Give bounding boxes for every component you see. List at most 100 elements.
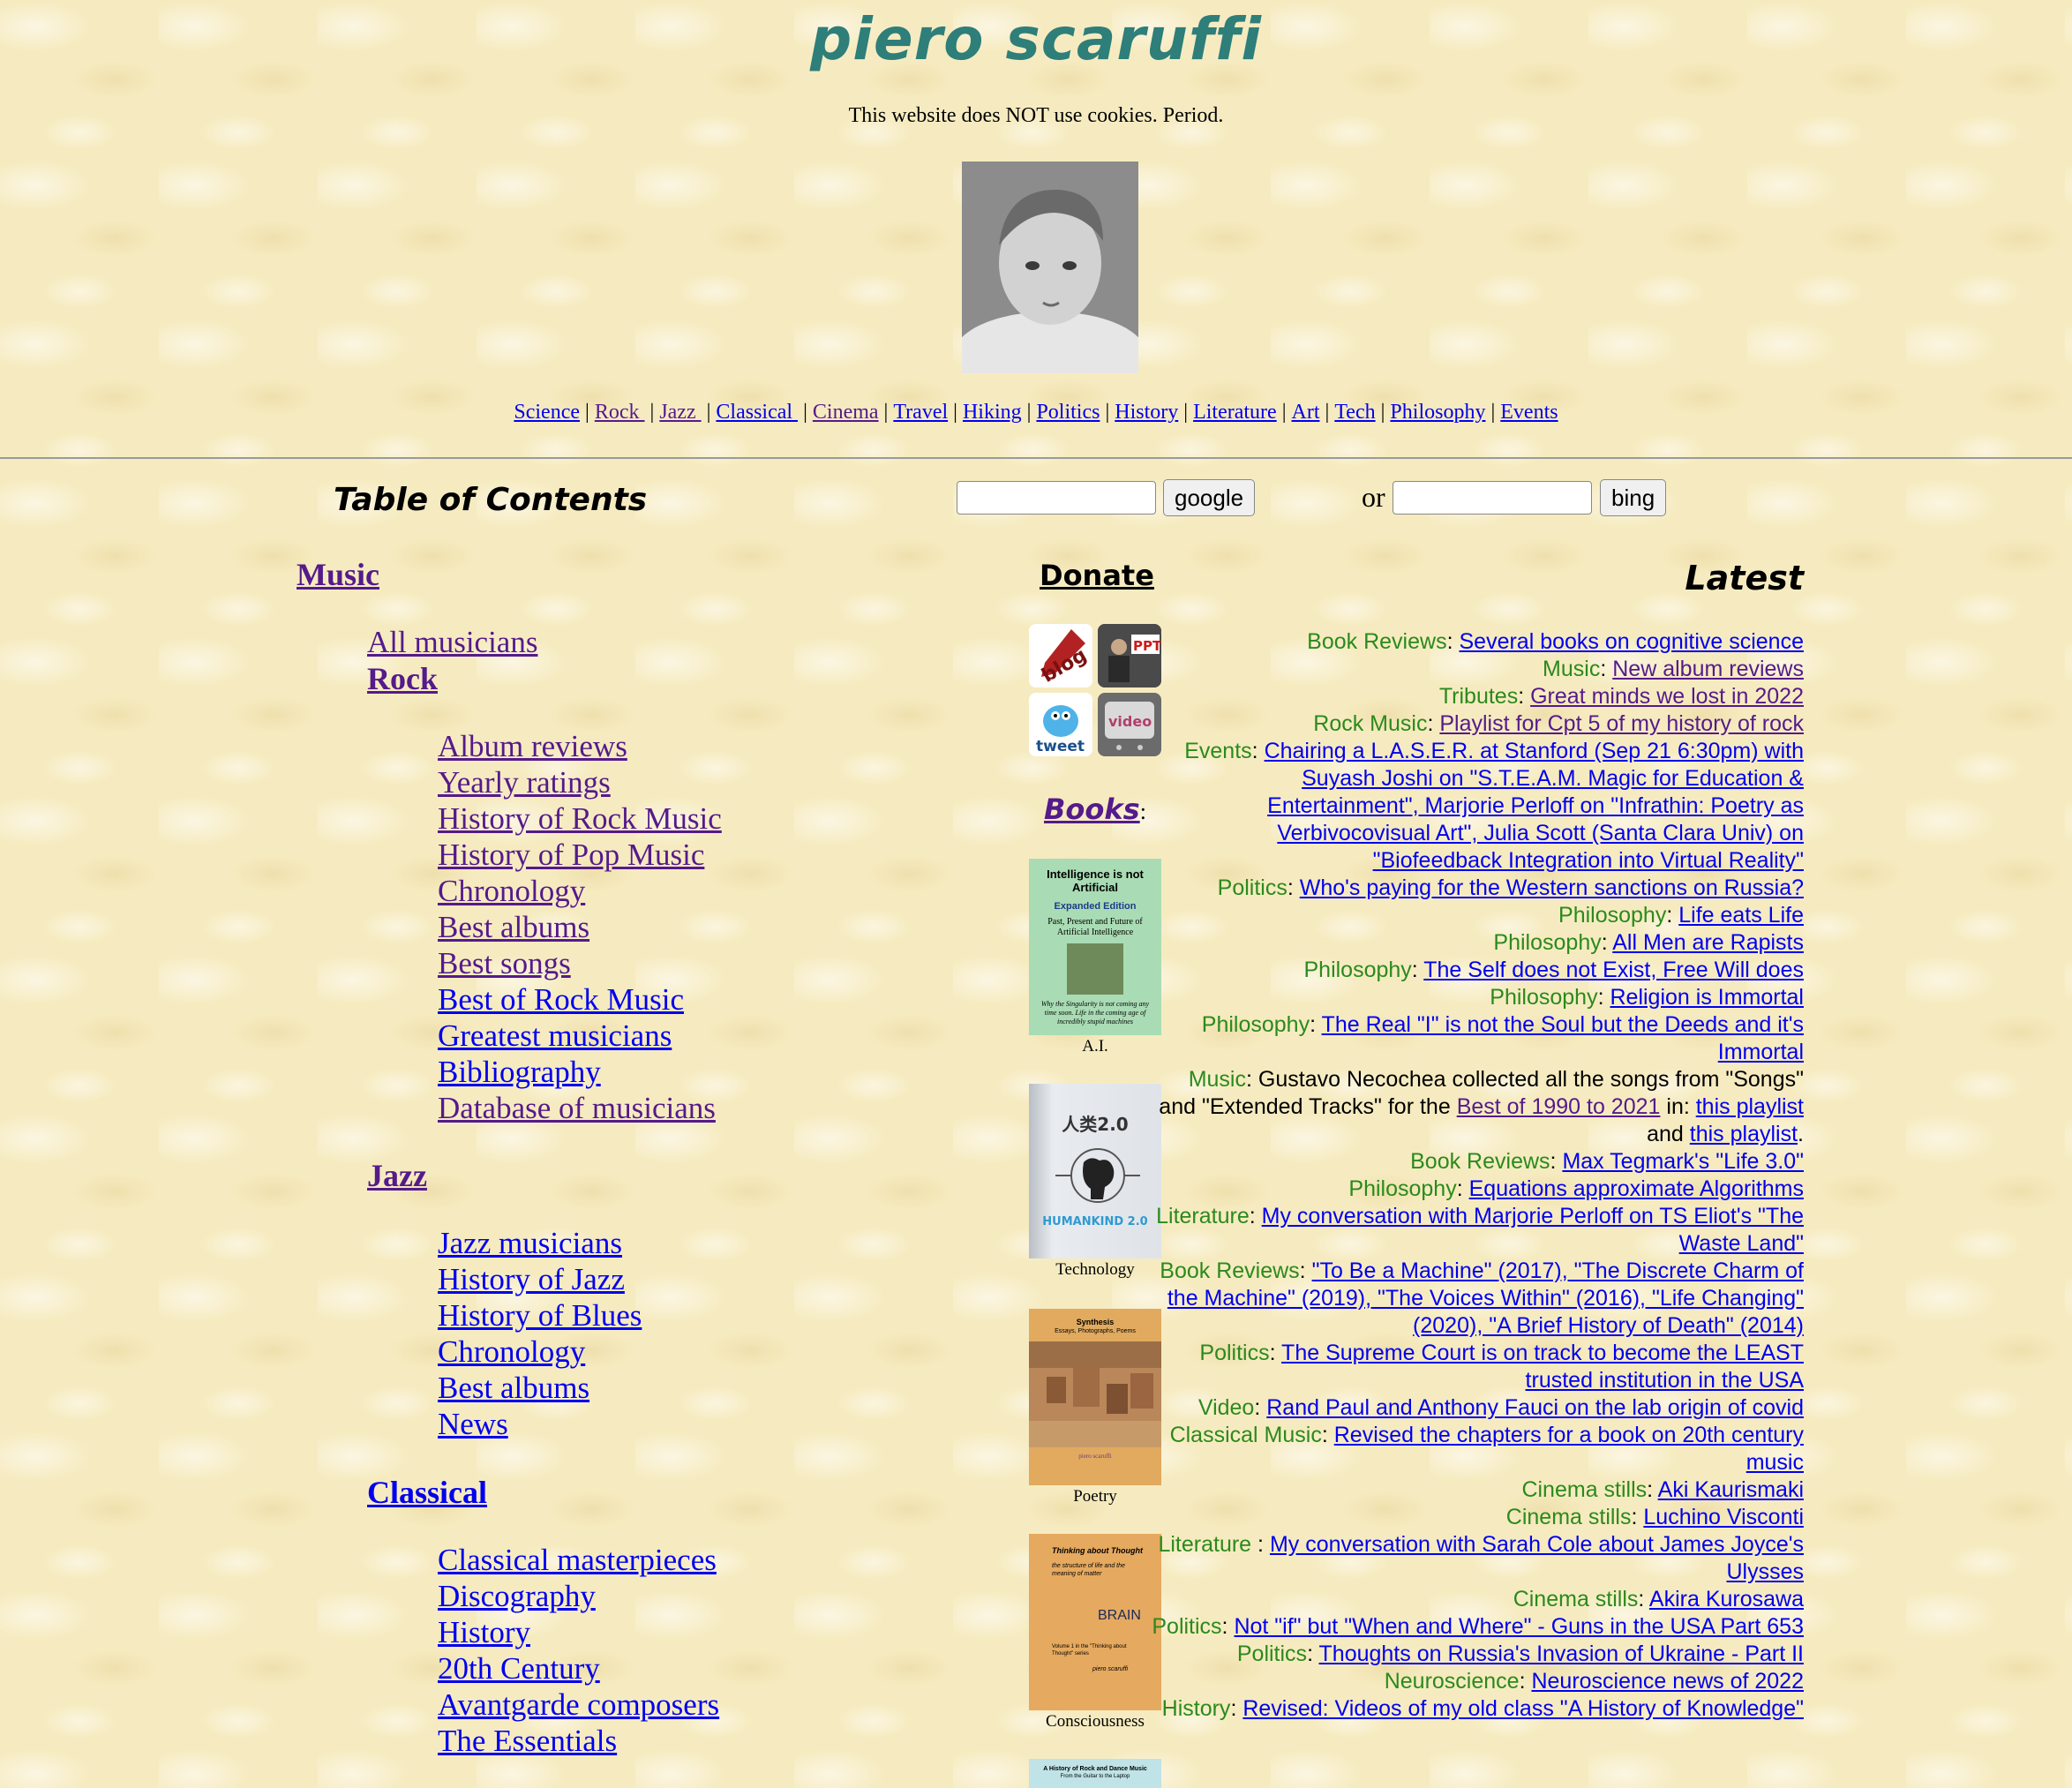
latest-article-link[interactable]: All Men are Rapists xyxy=(1612,930,1804,955)
nav-link-classical[interactable]: Classical xyxy=(716,401,798,424)
latest-entry: Tributes: Great minds we lost in 2022 xyxy=(1147,683,1804,710)
latest-article-link[interactable]: Playlist for Cpt 5 of my history of rock xyxy=(1439,711,1804,736)
latest-category-separator: : xyxy=(1601,930,1613,955)
toc-jazz-item-link[interactable]: Jazz musicians xyxy=(438,1225,642,1261)
donate-link[interactable]: Donate xyxy=(1040,559,1154,592)
toc-rock-item-link[interactable]: History of Pop Music xyxy=(438,837,722,873)
latest-article-link[interactable]: Revised: Videos of my old class "A Histo… xyxy=(1242,1696,1804,1721)
tweet-icon[interactable]: tweet xyxy=(1029,693,1092,756)
toc-classical-link[interactable]: Classical xyxy=(367,1474,487,1511)
toc-jazz-item-link[interactable]: Best albums xyxy=(438,1370,642,1406)
nav-separator: | xyxy=(883,401,889,424)
latest-article-link[interactable]: My conversation with Sarah Cole about Ja… xyxy=(1270,1532,1804,1584)
nav-link-politics[interactable]: Politics xyxy=(1036,401,1100,424)
toc-jazz-item-link[interactable]: History of Jazz xyxy=(438,1261,642,1297)
toc-jazz-item-link[interactable]: History of Blues xyxy=(438,1297,642,1333)
latest-category-label: Video xyxy=(1197,1395,1255,1420)
nav-link-tech[interactable]: Tech xyxy=(1334,401,1375,424)
nav-link-travel[interactable]: Travel xyxy=(893,401,948,424)
book-cover-ai[interactable]: Intelligence is not Artificial Expanded … xyxy=(1029,859,1161,1035)
toc-jazz-item-link[interactable]: News xyxy=(438,1406,642,1442)
toc-music-link[interactable]: Music xyxy=(297,556,379,593)
latest-article-link[interactable]: this playlist xyxy=(1690,1122,1798,1146)
book-caption: Technology xyxy=(1055,1260,1135,1279)
book-technology[interactable]: 人类2.0 HUMANKIND 2.0 Technology xyxy=(1029,1084,1161,1280)
blog-icon[interactable]: blog xyxy=(1029,624,1092,687)
book-cover-technology[interactable]: 人类2.0 HUMANKIND 2.0 xyxy=(1029,1084,1161,1258)
svg-text:tweet: tweet xyxy=(1036,738,1085,755)
google-search-button[interactable]: google xyxy=(1163,479,1256,516)
nav-link-cinema[interactable]: Cinema xyxy=(813,401,879,424)
books-link[interactable]: Books xyxy=(1044,793,1140,826)
latest-article-link[interactable]: My conversation with Marjorie Perloff on… xyxy=(1262,1204,1804,1256)
latest-article-link[interactable]: Several books on cognitive science xyxy=(1459,629,1804,654)
book-poetry[interactable]: Synthesis Essays, Photographs, Poems pie… xyxy=(1029,1309,1161,1506)
latest-article-link[interactable]: Great minds we lost in 2022 xyxy=(1530,684,1804,709)
latest-article-link[interactable]: Revised the chapters for a book on 20th … xyxy=(1334,1423,1804,1475)
toc-rock-link[interactable]: Rock xyxy=(367,660,438,697)
toc-rock-item-link[interactable]: Best of Rock Music xyxy=(438,981,722,1018)
toc-rock-item-link[interactable]: Album reviews xyxy=(438,728,722,764)
latest-article-link[interactable]: The Real "I" is not the Soul but the Dee… xyxy=(1322,1012,1804,1064)
latest-article-link[interactable]: New album reviews xyxy=(1612,657,1804,681)
latest-article-link[interactable]: Akira Kurosawa xyxy=(1649,1587,1804,1611)
toc-classical-item-link[interactable]: Classical masterpieces xyxy=(438,1542,719,1578)
latest-article-link[interactable]: Aki Kaurismaki xyxy=(1658,1477,1804,1502)
nav-link-hiking[interactable]: Hiking xyxy=(963,401,1022,424)
latest-article-link[interactable]: Luchino Visconti xyxy=(1643,1505,1804,1529)
nav-link-literature[interactable]: Literature xyxy=(1193,401,1277,424)
nav-link-jazz[interactable]: Jazz xyxy=(659,401,701,424)
latest-article-link[interactable]: Thoughts on Russia's Invasion of Ukraine… xyxy=(1319,1642,1804,1666)
latest-article-link[interactable]: The Self does not Exist, Free Will does xyxy=(1423,958,1804,982)
book-history-of-rock[interactable]: A History of Rock and Dance Music From t… xyxy=(1029,1759,1161,1788)
bing-search-button[interactable]: bing xyxy=(1600,479,1667,516)
toc-classical-item-link[interactable]: Avantgarde composers xyxy=(438,1687,719,1723)
nav-separator: | xyxy=(585,401,589,424)
latest-category-label: Book Reviews xyxy=(1307,629,1447,654)
nav-link-rock[interactable]: Rock xyxy=(595,401,645,424)
book-ai[interactable]: Intelligence is not Artificial Expanded … xyxy=(1029,859,1161,1056)
book-cover-consciousness[interactable]: Thinking about Thought the structure of … xyxy=(1029,1534,1161,1710)
latest-article-link[interactable]: Neuroscience news of 2022 xyxy=(1531,1669,1804,1694)
latest-category-label: Politics xyxy=(1152,1614,1222,1639)
latest-article-link[interactable]: Not "if" but "When and Where" - Guns in … xyxy=(1234,1614,1804,1639)
latest-article-link[interactable]: Life eats Life xyxy=(1678,903,1804,928)
latest-article-link[interactable]: Best of 1990 to 2021 xyxy=(1457,1094,1661,1119)
toc-rock-item-link[interactable]: Yearly ratings xyxy=(438,764,722,800)
toc-jazz-link[interactable]: Jazz xyxy=(367,1157,427,1194)
toc-rock-item-link[interactable]: Bibliography xyxy=(438,1054,722,1090)
nav-link-art[interactable]: Art xyxy=(1292,401,1320,424)
latest-article-link[interactable]: Who's paying for the Western sanctions o… xyxy=(1300,875,1804,900)
book-cover-history-of-rock[interactable]: A History of Rock and Dance Music From t… xyxy=(1029,1759,1161,1788)
latest-article-link[interactable]: The Supreme Court is on track to become … xyxy=(1281,1341,1804,1393)
toc-classical-item-link[interactable]: Discography xyxy=(438,1578,719,1614)
bing-search-input[interactable] xyxy=(1393,481,1592,515)
nav-separator: | xyxy=(803,401,807,424)
toc-rock-item-link[interactable]: History of Rock Music xyxy=(438,800,722,837)
book-cover-poetry[interactable]: Synthesis Essays, Photographs, Poems pie… xyxy=(1029,1309,1161,1485)
latest-article-link[interactable]: Rand Paul and Anthony Fauci on the lab o… xyxy=(1266,1395,1804,1420)
cover-title: Synthesis xyxy=(1076,1318,1115,1326)
toc-rock-item-link[interactable]: Chronology xyxy=(438,873,722,909)
toc-classical-item-link[interactable]: 20th Century xyxy=(438,1650,719,1687)
toc-jazz-item-link[interactable]: Chronology xyxy=(438,1333,642,1370)
nav-link-philosophy[interactable]: Philosophy xyxy=(1390,401,1485,424)
book-consciousness[interactable]: Thinking about Thought the structure of … xyxy=(1029,1534,1161,1732)
nav-link-history[interactable]: History xyxy=(1115,401,1178,424)
latest-article-link[interactable]: Max Tegmark's "Life 3.0" xyxy=(1562,1149,1804,1174)
nav-link-events[interactable]: Events xyxy=(1500,401,1558,424)
google-search-input[interactable] xyxy=(957,481,1156,515)
latest-article-link[interactable]: this playlist xyxy=(1696,1094,1804,1119)
toc-rock-item-link[interactable]: Greatest musicians xyxy=(438,1018,722,1054)
toc-rock-item-link[interactable]: Best albums xyxy=(438,909,722,945)
latest-article-link[interactable]: Religion is Immortal xyxy=(1610,985,1804,1010)
nav-link-science[interactable]: Science xyxy=(514,401,580,424)
toc-classical-item-link[interactable]: History xyxy=(438,1614,719,1650)
toc-classical-item-link[interactable]: The Essentials xyxy=(438,1723,719,1759)
toc-rock-item-link[interactable]: Best songs xyxy=(438,945,722,981)
latest-entry: Literature : My conversation with Sarah … xyxy=(1147,1531,1804,1586)
latest-article-link[interactable]: Chairing a L.A.S.E.R. at Stanford (Sep 2… xyxy=(1265,739,1804,873)
toc-rock-item-link[interactable]: Database of musicians xyxy=(438,1090,722,1126)
toc-all-musicians-link[interactable]: All musicians xyxy=(367,624,537,660)
latest-article-link[interactable]: Equations approximate Algorithms xyxy=(1469,1176,1804,1201)
